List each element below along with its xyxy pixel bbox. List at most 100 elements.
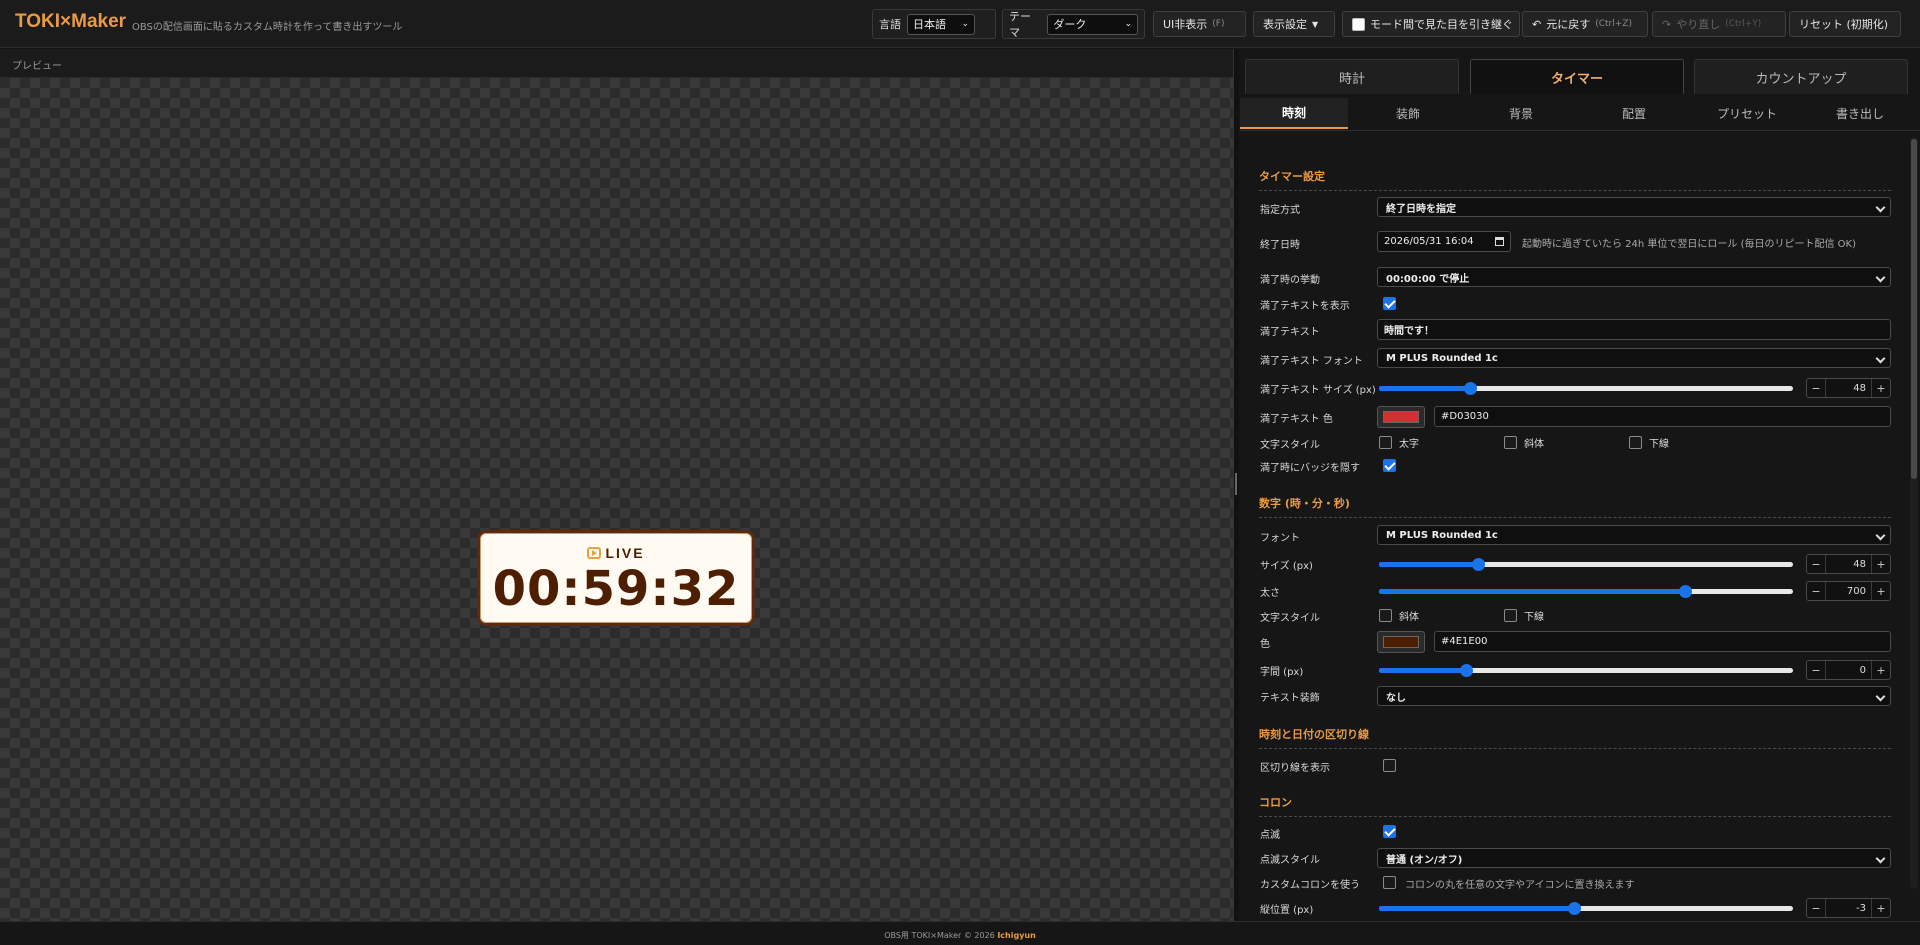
digits-font-label: フォント (1260, 533, 1300, 544)
settings-panel: 時計 タイマー カウントアップ 時刻 装飾 背景 配置 プリセット 書き出し タ… (1239, 49, 1920, 921)
hide-ui-button[interactable]: UI非表示 (F) (1153, 11, 1246, 37)
increment-button[interactable]: + (1872, 902, 1890, 915)
footer-author-link[interactable]: Ichigyun (997, 931, 1036, 940)
preview-canvas: LIVE 00:59:32 (0, 78, 1233, 921)
digits-weight-stepper[interactable]: − 700 + (1806, 581, 1891, 601)
finish-color-swatch[interactable] (1377, 406, 1425, 428)
decrement-button[interactable]: − (1807, 585, 1825, 598)
increment-button[interactable]: + (1872, 585, 1890, 598)
decrement-button[interactable]: − (1807, 902, 1825, 915)
language-group: 言語 日本語 ⌄ (872, 9, 996, 39)
slider-knob[interactable] (1459, 664, 1473, 677)
digits-color-swatch[interactable] (1377, 631, 1425, 653)
undo-icon: ↶ (1532, 17, 1542, 31)
display-settings-button[interactable]: 表示設定 ▼ (1253, 11, 1335, 37)
digits-size-label: サイズ (px) (1260, 561, 1313, 572)
language-select[interactable]: 日本語 ⌄ (907, 13, 975, 35)
resize-grip-icon (1235, 473, 1237, 495)
digits-font-select[interactable]: M PLUS Rounded 1c (1377, 525, 1891, 545)
chevron-down-icon: ⌄ (1124, 19, 1132, 29)
caret-down-icon: ▼ (1312, 19, 1319, 29)
increment-button[interactable]: + (1872, 664, 1890, 677)
digits-spacing-label: 字間 (px) (1260, 667, 1304, 678)
slider-knob[interactable] (1472, 558, 1486, 571)
section-colon: コロン (1259, 794, 1891, 817)
increment-button[interactable]: + (1872, 558, 1890, 571)
clock-widget[interactable]: LIVE 00:59:32 (477, 530, 755, 626)
theme-select[interactable]: ダーク ⌄ (1047, 13, 1138, 35)
show-separator-label: 区切り線を表示 (1260, 763, 1330, 774)
colon-vertical-slider[interactable] (1379, 902, 1793, 915)
carry-over-toggle[interactable]: モード間で見た目を引き継ぐ (1342, 11, 1520, 37)
finish-font-select[interactable]: M PLUS Rounded 1c (1377, 348, 1891, 368)
method-select[interactable]: 終了日時を指定 (1377, 197, 1891, 217)
bold-checkbox[interactable] (1379, 436, 1392, 449)
underline-checkbox[interactable] (1629, 436, 1642, 449)
italic-checkbox[interactable] (1504, 436, 1517, 449)
blink-label: 点滅 (1260, 830, 1280, 841)
digits-underline-option[interactable]: 下線 (1504, 608, 1544, 623)
finish-font-label: 満了テキスト フォント (1260, 356, 1363, 367)
slider-knob[interactable] (1679, 585, 1693, 598)
colon-vertical-stepper[interactable]: − -3 + (1806, 898, 1891, 918)
show-separator-checkbox[interactable] (1383, 759, 1396, 772)
hide-badge-label: 満了時にバッジを隠す (1260, 463, 1360, 474)
digits-italic-option[interactable]: 斜体 (1379, 608, 1419, 623)
digits-decoration-select[interactable]: なし (1377, 686, 1891, 706)
footer-text: OBS用 TOKI×Maker © 2026 (884, 931, 995, 940)
finish-action-label: 満了時の挙動 (1260, 275, 1320, 286)
play-icon (587, 547, 602, 559)
end-datetime-input[interactable]: 2026/05/31 16:04 (1377, 231, 1511, 252)
decrement-button[interactable]: − (1807, 382, 1825, 395)
finish-action-select[interactable]: 00:00:00 で停止 (1377, 267, 1891, 287)
subtab-background[interactable]: 背景 (1467, 98, 1575, 129)
app-header: TOKI×Maker OBSの配信画面に貼るカスタム時計を作って書き出すツール … (0, 0, 1920, 48)
digits-spacing-stepper[interactable]: − 0 + (1806, 660, 1891, 680)
subtab-layout[interactable]: 配置 (1580, 98, 1688, 129)
underline-checkbox[interactable] (1504, 609, 1517, 622)
carry-over-checkbox[interactable] (1352, 17, 1365, 31)
decrement-button[interactable]: − (1807, 558, 1825, 571)
slider-knob[interactable] (1464, 382, 1478, 395)
tab-clock[interactable]: 時計 (1245, 59, 1459, 94)
show-finish-text-checkbox[interactable] (1383, 297, 1396, 310)
slider-knob[interactable] (1567, 902, 1581, 915)
app-tagline: OBSの配信画面に貼るカスタム時計を作って書き出すツール (132, 22, 403, 33)
subtab-export[interactable]: 書き出し (1806, 98, 1914, 129)
digits-color-input[interactable]: #4E1E00 (1434, 631, 1891, 652)
digits-size-stepper[interactable]: − 48 + (1806, 554, 1891, 574)
digits-style-label: 文字スタイル (1260, 613, 1320, 624)
finish-size-stepper[interactable]: − 48 + (1806, 378, 1891, 398)
finish-size-slider[interactable] (1379, 382, 1793, 395)
reset-button[interactable]: リセット (初期化) (1789, 11, 1901, 37)
blink-checkbox[interactable] (1383, 825, 1396, 838)
section-timer-settings: タイマー設定 (1259, 168, 1891, 191)
settings-scroll-thumb[interactable] (1911, 139, 1917, 479)
finish-bold-option[interactable]: 太字 (1379, 435, 1419, 450)
digits-decoration-label: テキスト装飾 (1260, 693, 1320, 704)
hide-badge-checkbox[interactable] (1383, 459, 1396, 472)
finish-underline-option[interactable]: 下線 (1629, 435, 1669, 450)
subtab-decoration[interactable]: 装飾 (1354, 98, 1462, 129)
finish-italic-option[interactable]: 斜体 (1504, 435, 1544, 450)
digits-size-slider[interactable] (1379, 558, 1793, 571)
italic-checkbox[interactable] (1379, 609, 1392, 622)
redo-button[interactable]: ↷ やり直し (Ctrl+Y) (1652, 11, 1786, 37)
increment-button[interactable]: + (1872, 382, 1890, 395)
digits-spacing-slider[interactable] (1379, 664, 1793, 677)
tab-countup[interactable]: カウントアップ (1694, 59, 1908, 94)
undo-button[interactable]: ↶ 元に戻す (Ctrl+Z) (1522, 11, 1648, 37)
tab-timer[interactable]: タイマー (1470, 59, 1684, 94)
end-datetime-label: 終了日時 (1260, 240, 1300, 251)
subtab-presets[interactable]: プリセット (1693, 98, 1801, 129)
subtab-time[interactable]: 時刻 (1240, 98, 1348, 129)
digits-weight-slider[interactable] (1379, 585, 1793, 598)
calendar-icon (1495, 237, 1504, 246)
custom-colon-checkbox[interactable] (1383, 876, 1396, 889)
finish-color-input[interactable]: #D03030 (1434, 406, 1891, 427)
finish-text-input[interactable]: 時間です！ (1377, 319, 1891, 340)
decrement-button[interactable]: − (1807, 664, 1825, 677)
custom-colon-label: カスタムコロンを使う (1260, 880, 1360, 891)
end-datetime-hint: 起動時に過ぎていたら 24h 単位で翌日にロール (毎日のリピート配信 OK) (1522, 239, 1857, 250)
blink-style-select[interactable]: 普通 (オン/オフ) (1377, 848, 1891, 868)
